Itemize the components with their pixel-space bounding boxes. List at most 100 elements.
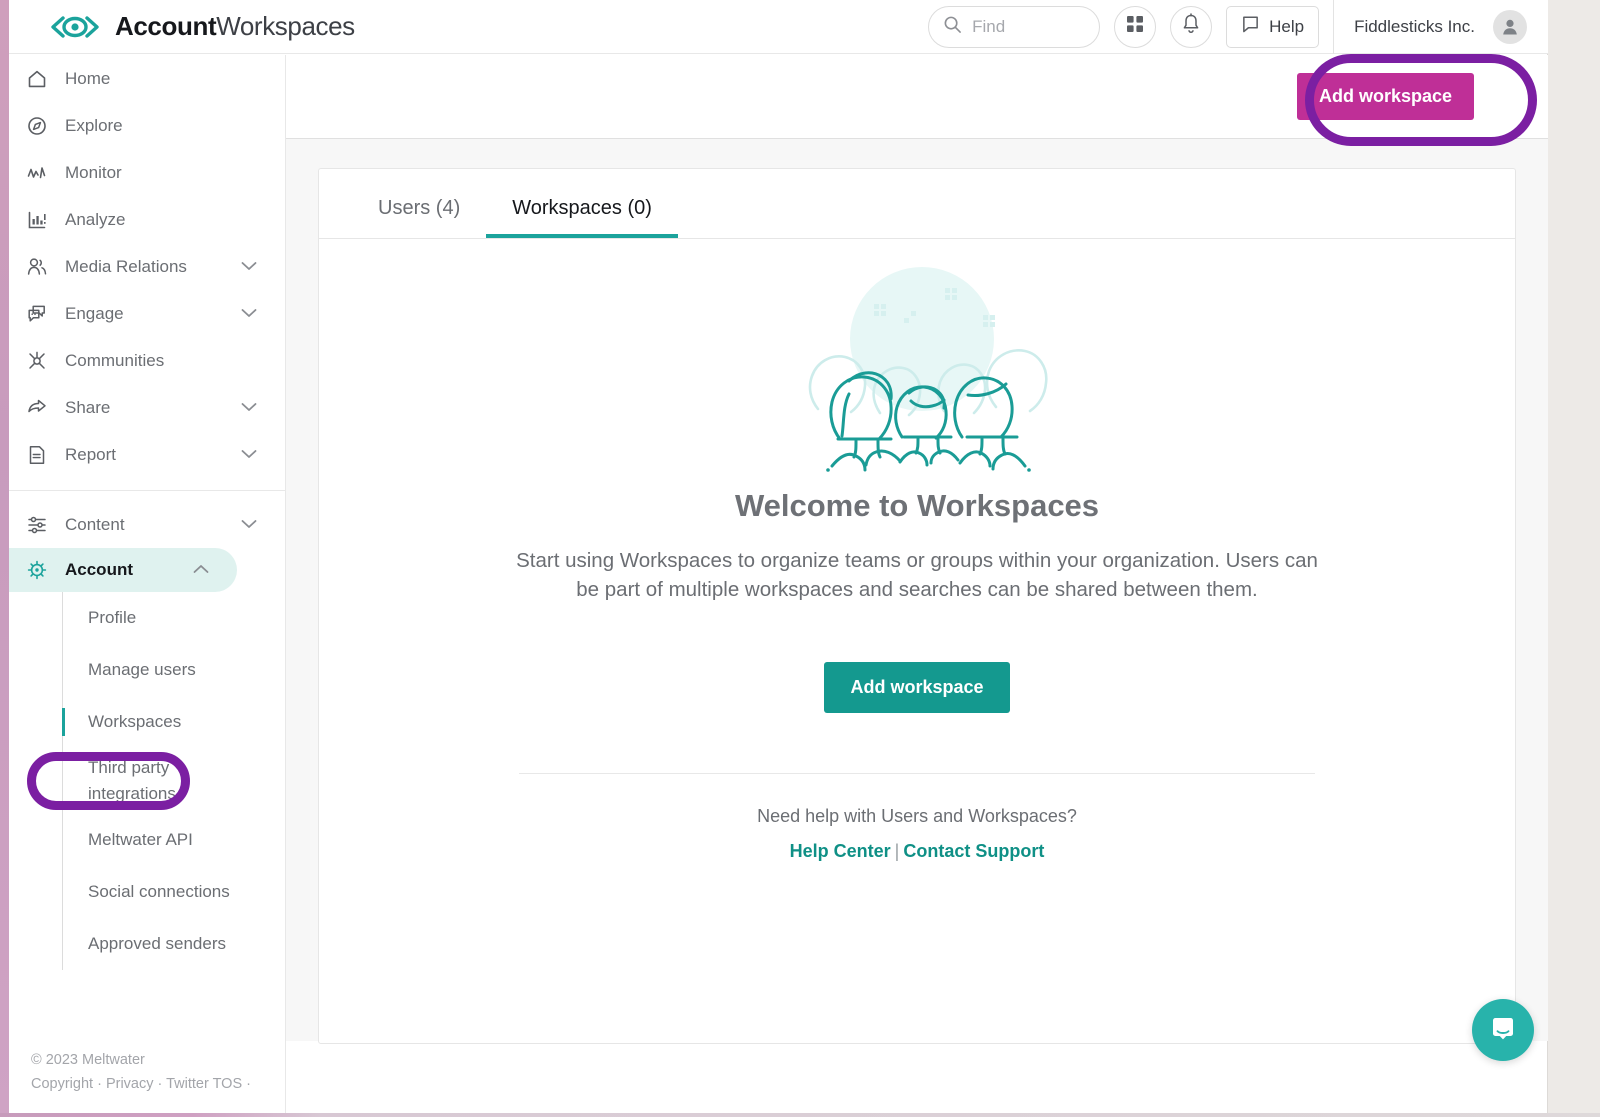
chevron-down-icon[interactable] <box>241 399 257 417</box>
help-label: Help <box>1269 16 1305 36</box>
sidebar-item-communities[interactable]: Communities <box>9 337 285 384</box>
account-submenu: Profile Manage users Workspaces Third pa… <box>62 592 285 970</box>
add-workspace-button-top[interactable]: Add workspace <box>1296 73 1474 120</box>
sidebar-item-home[interactable]: Home <box>9 55 285 102</box>
notifications-button[interactable] <box>1170 5 1213 48</box>
browser-bottom-edge <box>0 1113 1600 1117</box>
sidebar-item-label: Share <box>65 397 111 417</box>
home-icon <box>19 68 55 90</box>
sidebar-item-label: Account <box>65 560 133 579</box>
content-topbar: Add workspace <box>286 55 1548 139</box>
bell-icon <box>1181 13 1201 40</box>
account-name: Fiddlesticks Inc. <box>1354 16 1475 36</box>
content-divider <box>519 773 1315 775</box>
chevron-up-icon[interactable] <box>193 561 209 579</box>
header-actions: Help Fiddlesticks Inc. <box>928 0 1548 54</box>
logo-text-bold: Account <box>115 11 217 41</box>
sidebar-subitem-workspaces[interactable]: Workspaces <box>62 696 285 748</box>
help-button[interactable]: Help <box>1226 5 1320 48</box>
chevron-down-icon[interactable] <box>241 305 257 323</box>
sidebar-item-engage[interactable]: Engage <box>9 290 285 337</box>
sidebar-item-account[interactable]: Account <box>9 548 237 592</box>
contact-support-link[interactable]: Contact Support <box>903 841 1044 861</box>
browser-right-edge <box>1548 0 1600 1117</box>
document-icon <box>19 444 55 466</box>
chevron-down-icon[interactable] <box>241 258 257 276</box>
empty-state: Welcome to Workspaces Start using Worksp… <box>319 239 1515 862</box>
sidebar-item-label: Analyze <box>65 209 126 229</box>
sidebar-item-share[interactable]: Share <box>9 384 285 431</box>
sidebar-item-label: Content <box>65 514 125 534</box>
meltwater-eye-logo-icon <box>49 15 101 39</box>
gear-icon <box>19 559 55 581</box>
chat-bubble-icon <box>1241 15 1260 39</box>
workspaces-card: Users (4) Workspaces (0) Welcome to Work… <box>318 168 1516 1044</box>
sidebar-subitem-label: Approved senders <box>88 933 226 953</box>
welcome-description: Start using Workspaces to organize teams… <box>516 549 1318 602</box>
app-logo[interactable]: AccountWorkspaces <box>49 11 355 42</box>
app-root: AccountWorkspaces Find Help Fiddlesticks… <box>0 0 1600 1117</box>
speech-bubbles-icon <box>19 303 55 325</box>
people-icon <box>19 256 55 278</box>
chat-widget-button[interactable] <box>1472 999 1534 1061</box>
add-workspace-button-main[interactable]: Add workspace <box>824 662 1010 714</box>
search-input[interactable] <box>972 16 1085 37</box>
network-icon <box>19 350 55 372</box>
sidebar-item-label: Monitor <box>65 162 122 182</box>
sidebar-item-label: Communities <box>65 350 165 370</box>
sidebar-subitem-profile[interactable]: Profile <box>62 592 285 644</box>
sliders-icon <box>19 514 55 536</box>
user-avatar-icon[interactable] <box>1493 9 1527 44</box>
help-links: Help Center | Contact Support <box>319 841 1515 862</box>
app-header: AccountWorkspaces Find Help Fiddlesticks… <box>9 0 1548 54</box>
three-people-group-illustration <box>319 261 1515 476</box>
sidebar-item-content[interactable]: Content <box>9 501 285 548</box>
help-center-link[interactable]: Help Center <box>790 841 891 861</box>
grid-apps-icon <box>1125 14 1145 39</box>
sidebar-item-analyze[interactable]: Analyze <box>9 196 285 243</box>
sidebar-item-label: Media Relations <box>65 256 187 276</box>
footer-copyright: © 2023 Meltwater <box>31 1052 145 1068</box>
pulse-icon <box>19 162 55 184</box>
sidebar-item-explore[interactable]: Explore <box>9 102 285 149</box>
bar-chart-icon <box>19 209 55 231</box>
sidebar-subitem-social-connections[interactable]: Social connections <box>62 866 285 918</box>
sidebar-subitem-manage-users[interactable]: Manage users <box>62 644 285 696</box>
tab-workspaces[interactable]: Workspaces (0) <box>486 197 678 238</box>
sidebar-item-media-relations[interactable]: Media Relations <box>9 243 285 290</box>
sidebar-subitem-label: Social connections <box>88 881 230 901</box>
sidebar-subitem-label: Third party integrations <box>88 757 176 803</box>
sidebar-subitem-label: Meltwater API <box>88 829 193 849</box>
compass-icon <box>19 115 55 137</box>
sidebar-divider <box>9 490 285 491</box>
sidebar-subitem-meltwater-api[interactable]: Meltwater API <box>62 814 285 866</box>
sidebar-item-label: Home <box>65 68 111 88</box>
search-icon <box>943 15 962 39</box>
chevron-down-icon[interactable] <box>241 516 257 534</box>
content-area: Users (4) Workspaces (0) Welcome to Work… <box>286 139 1548 1044</box>
sidebar-item-monitor[interactable]: Monitor <box>9 149 285 196</box>
logo-text: AccountWorkspaces <box>115 11 355 42</box>
search-box[interactable] <box>928 5 1101 48</box>
browser-left-edge <box>0 0 9 1113</box>
sidebar-item-label: Explore <box>65 115 123 135</box>
logo-text-normal: Workspaces <box>216 11 355 41</box>
share-arrow-icon <box>19 397 55 419</box>
intercom-chat-icon <box>1488 1013 1518 1048</box>
card-tabs: Users (4) Workspaces (0) <box>319 169 1515 239</box>
link-separator: | <box>894 841 900 862</box>
sidebar-item-label: Report <box>65 444 117 464</box>
chevron-down-icon[interactable] <box>241 446 257 464</box>
apps-button[interactable] <box>1114 5 1157 48</box>
sidebar-subitem-approved-senders[interactable]: Approved senders <box>62 918 285 970</box>
footer-links[interactable]: Copyright · Privacy · Twitter TOS · <box>31 1073 285 1097</box>
sidebar-subitem-label: Profile <box>88 607 137 627</box>
sidebar-subitem-label: Manage users <box>88 659 196 679</box>
sidebar-item-label: Engage <box>65 303 124 323</box>
page-title: Welcome to Workspaces <box>734 488 1100 523</box>
account-menu[interactable]: Fiddlesticks Inc. <box>1333 0 1548 54</box>
sidebar[interactable]: Home Explore Monitor Analyze Media Relat <box>9 55 286 1041</box>
sidebar-subitem-third-party-integrations[interactable]: Third party integrations <box>62 748 285 814</box>
tab-users[interactable]: Users (4) <box>352 197 486 238</box>
sidebar-item-report[interactable]: Report <box>9 431 285 478</box>
